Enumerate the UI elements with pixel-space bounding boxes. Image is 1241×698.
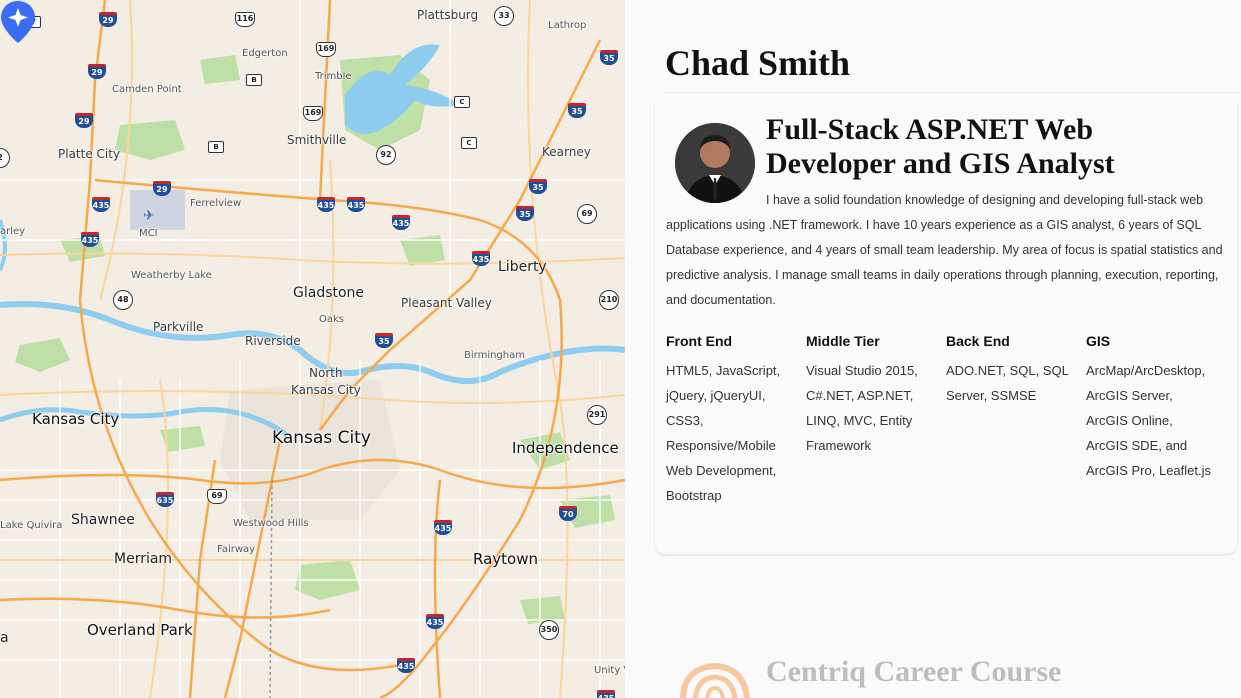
skill-column-back-end: Back End ADO.NET, SQL, SQL Server, SSMSE — [946, 330, 1071, 408]
map-label: Trimble — [315, 71, 352, 82]
map-label: Edgerton — [242, 48, 288, 59]
route-shield: 435 — [392, 215, 410, 230]
route-shield: 70 — [559, 506, 577, 521]
route-shield: 35 — [529, 179, 547, 194]
skill-heading: Back End — [946, 333, 1010, 349]
map-label: Shawnee — [71, 512, 135, 528]
map-label: Ferrelview — [190, 198, 242, 209]
route-shield: 435 — [81, 232, 99, 247]
skill-heading: GIS — [1086, 333, 1111, 349]
map-label: Kearney — [542, 145, 591, 159]
map-label: Parkville — [153, 320, 204, 334]
map-label: Pleasant Valley — [401, 296, 492, 310]
map-label: Camden Point — [112, 84, 182, 95]
profile-panel: Chad Smith Full-Stack ASP.NET Web Develo… — [625, 0, 1241, 698]
map-canvas[interactable] — [0, 0, 625, 698]
map-label: Liberty — [498, 259, 547, 275]
skill-heading: Front End — [666, 333, 733, 349]
route-shield: 635 — [156, 492, 174, 507]
route-shield: 35 — [600, 50, 618, 65]
skill-list: ArcMap/ArcDesktop, ArcGIS Server, ArcGIS… — [1086, 363, 1211, 478]
route-shield: 92 — [376, 145, 396, 165]
map-label: Lathrop — [548, 20, 587, 31]
profile-name: Chad Smith — [665, 43, 851, 83]
profile-bio: I have a solid foundation knowledge of d… — [666, 193, 1223, 307]
route-shield: 29 — [88, 64, 106, 79]
route-shield: 29 — [75, 113, 93, 128]
skill-column-front-end: Front End HTML5, JavaScript, jQuery, jQu… — [666, 330, 791, 508]
map-label: Westwood Hills — [233, 518, 309, 529]
map-label: Independence — [512, 439, 619, 457]
route-shield: 29 — [153, 181, 171, 196]
map-view[interactable]: Plattsburg Lathrop Edgerton Trimble Camd… — [0, 0, 625, 698]
map-label: Weatherby Lake — [131, 270, 212, 281]
map-label: Merriam — [114, 551, 173, 567]
profile-headline: Full-Stack ASP.NET Web Developer and GIS… — [766, 113, 1115, 180]
map-label: arley — [0, 226, 26, 237]
route-shield: 33 — [494, 6, 514, 26]
route-shield: 35 — [375, 333, 393, 348]
map-label: Kansas City — [291, 383, 361, 397]
route-shield: 435 — [472, 251, 490, 266]
map-label: Gladstone — [293, 285, 365, 301]
map-label: Unity V — [594, 665, 625, 676]
airport-icon: ✈ — [143, 208, 155, 224]
map-label: a — [0, 630, 9, 646]
map-label: Oaks — [319, 314, 344, 325]
map-label: Plattsburg — [417, 8, 479, 22]
map-label: Kansas City — [32, 410, 120, 428]
skill-list: HTML5, JavaScript, jQuery, jQueryUI, CSS… — [666, 363, 781, 503]
map-label: Lake Quivira — [0, 520, 63, 531]
route-shield: 435 — [434, 520, 452, 535]
map-label: Smithville — [287, 133, 347, 147]
route-shield: 116 — [235, 12, 255, 27]
location-pin-icon[interactable] — [0, 0, 36, 44]
route-shield: 69 — [577, 204, 597, 224]
map-label: Birmingham — [464, 350, 525, 361]
map-label: Riverside — [245, 334, 301, 348]
route-shield: 291 — [587, 405, 607, 425]
section-title: Centriq Career Course — [766, 655, 1062, 688]
map-label: Platte City — [58, 147, 121, 161]
skill-column-middle-tier: Middle Tier Visual Studio 2015, C#.NET, … — [806, 330, 931, 458]
route-shield: 210 — [599, 290, 619, 310]
route-shield: C — [461, 137, 477, 149]
route-shield: 69 — [207, 489, 227, 504]
route-shield: 48 — [113, 290, 133, 310]
route-shield: 350 — [539, 620, 559, 640]
route-shield: 435 — [347, 197, 365, 212]
route-shield: 435 — [92, 197, 110, 212]
route-shield: 35 — [568, 103, 586, 118]
map-label: North — [309, 366, 343, 380]
map-label: Fairway — [217, 544, 256, 555]
skill-heading: Middle Tier — [806, 333, 880, 349]
route-shield: 169 — [303, 106, 323, 121]
map-label: Overland Park — [87, 621, 193, 639]
route-shield: B — [208, 141, 224, 153]
route-shield: 169 — [316, 42, 336, 57]
route-shield: 435 — [317, 197, 335, 212]
skill-list: Visual Studio 2015, C#.NET, ASP.NET, LIN… — [806, 363, 918, 453]
route-shield: B — [246, 74, 262, 86]
route-shield: 435 — [426, 614, 444, 629]
divider — [665, 92, 1240, 93]
map-label: Kansas City — [272, 428, 371, 448]
map-label: Raytown — [473, 550, 538, 568]
route-shield: 435 — [397, 658, 415, 673]
skill-list: ADO.NET, SQL, SQL Server, SSMSE — [946, 363, 1069, 403]
map-label: MCI — [139, 228, 158, 239]
skill-column-gis: GIS ArcMap/ArcDesktop, ArcGIS Server, Ar… — [1086, 330, 1211, 483]
course-logo-icon — [680, 662, 750, 698]
route-shield: C — [454, 96, 470, 108]
route-shield: 29 — [99, 12, 117, 27]
route-shield: 35 — [516, 206, 534, 221]
route-shield: 435 — [597, 690, 615, 698]
